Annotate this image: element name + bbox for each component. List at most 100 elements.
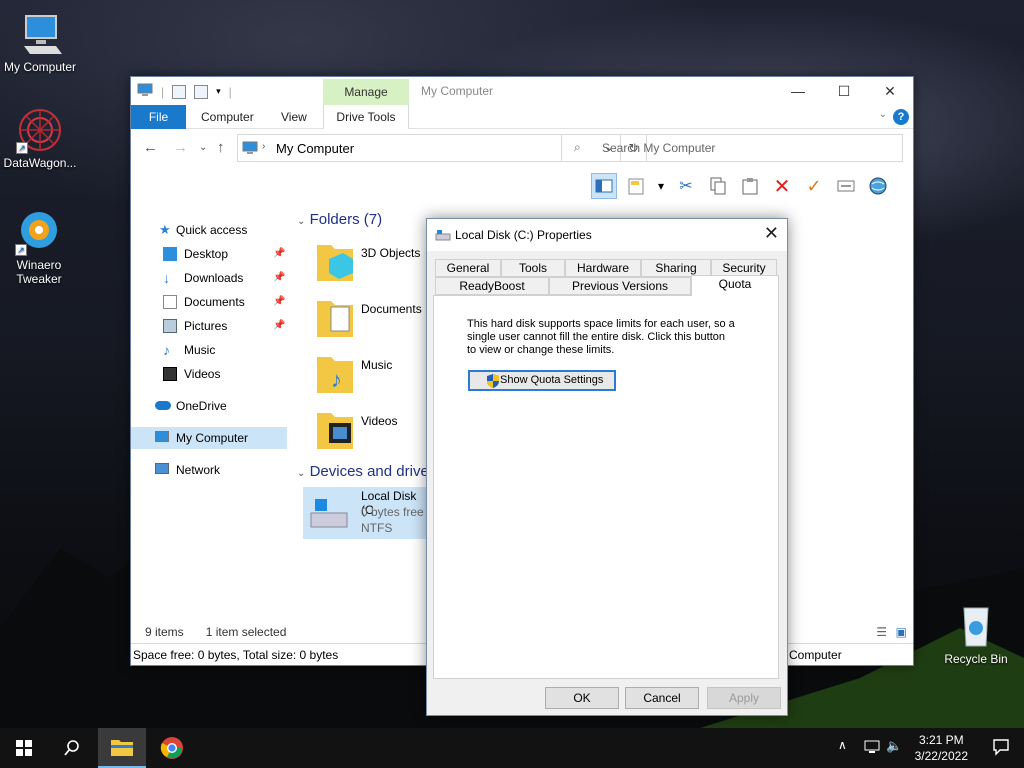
properties-icon[interactable] xyxy=(623,173,649,199)
breadcrumb-chevron-icon[interactable]: › xyxy=(262,141,265,152)
explorer-titlebar[interactable]: | ▾ | Manage My Computer — ☐ ✕ xyxy=(131,77,913,105)
folder-documents-icon[interactable] xyxy=(315,297,355,337)
show-hidden-icons-icon[interactable]: ∧ xyxy=(838,738,847,752)
desktop-icon-my-computer[interactable]: My Computer xyxy=(0,10,80,74)
delete-icon[interactable]: ✕ xyxy=(769,173,795,199)
space-info: Space free: 0 bytes, Total size: 0 bytes xyxy=(133,648,339,662)
folders-group-header[interactable]: ⌄ Folders (7) xyxy=(297,211,382,228)
cut-icon[interactable]: ✂ xyxy=(673,173,699,199)
devices-group-header[interactable]: ⌄ Devices and drive xyxy=(297,463,429,480)
system-clock[interactable]: 3:21 PM 3/22/2022 xyxy=(915,732,968,764)
tab-view[interactable]: View xyxy=(281,105,307,129)
group-header-label: Devices and drive xyxy=(309,463,429,480)
tab-computer[interactable]: Computer xyxy=(201,105,254,129)
recent-dropdown-icon[interactable]: ⌄ xyxy=(199,142,207,153)
clock-date: 3/22/2022 xyxy=(914,749,968,763)
dropdown-icon[interactable]: ▾ xyxy=(655,173,667,199)
tab-hardware[interactable]: Hardware xyxy=(565,259,641,277)
qat-dropdown-icon[interactable]: ▾ xyxy=(216,86,221,97)
folder-music-icon[interactable]: ♪ xyxy=(315,353,355,393)
separator: | xyxy=(228,84,232,99)
tab-drive-tools[interactable]: Drive Tools xyxy=(323,105,409,129)
pin-icon[interactable]: 📌 xyxy=(273,243,285,265)
minimize-button[interactable]: — xyxy=(775,77,821,105)
notifications-icon[interactable] xyxy=(992,738,1010,759)
ribbon-expand-icon[interactable]: ⌄ xyxy=(879,109,887,120)
tiles-view-icon[interactable]: ▣ xyxy=(896,625,907,639)
properties-dialog: Local Disk (C:) Properties ✕ General Too… xyxy=(426,218,788,716)
search-box[interactable]: ⌕ Search My Computer xyxy=(561,134,903,162)
properties-icon[interactable] xyxy=(172,84,187,99)
pin-icon[interactable]: 📌 xyxy=(273,315,285,337)
sidebar-item-onedrive[interactable]: OneDrive xyxy=(131,395,287,417)
items-count: 9 items xyxy=(145,625,184,639)
dialog-titlebar[interactable]: Local Disk (C:) Properties ✕ xyxy=(427,219,787,251)
hard-drive-icon xyxy=(309,497,349,534)
web-globe-icon[interactable] xyxy=(865,173,891,199)
pin-icon[interactable]: 📌 xyxy=(273,291,285,313)
show-quota-settings-button[interactable]: Show Quota Settings xyxy=(468,370,616,391)
network-tray-icon[interactable] xyxy=(864,739,880,758)
sidebar-item-music[interactable]: ♪ Music xyxy=(131,339,287,361)
search-button[interactable] xyxy=(48,728,96,768)
dialog-close-icon[interactable]: ✕ xyxy=(764,223,779,244)
svg-text:♪: ♪ xyxy=(331,367,342,392)
clock-time: 3:21 PM xyxy=(918,733,964,747)
tab-previous-versions[interactable]: Previous Versions xyxy=(549,277,691,295)
maximize-button[interactable]: ☐ xyxy=(821,77,867,105)
sidebar-item-pictures[interactable]: Pictures 📌 xyxy=(131,315,287,337)
sidebar-item-label: OneDrive xyxy=(176,399,227,413)
sidebar-item-quick-access[interactable]: ★ Quick access xyxy=(131,219,287,241)
help-icon[interactable]: ? xyxy=(893,109,909,125)
shortcut-arrow-icon: ↗ xyxy=(16,142,28,154)
checkmark-icon[interactable]: ✓ xyxy=(801,173,827,199)
drive-c-item[interactable]: Local Disk (C 0 bytes free NTFS xyxy=(303,487,427,539)
manage-tab[interactable]: Manage xyxy=(323,79,409,105)
sidebar-item-videos[interactable]: Videos xyxy=(131,363,287,385)
tab-readyboost[interactable]: ReadyBoost xyxy=(435,277,549,295)
up-icon[interactable]: ↑ xyxy=(217,139,225,156)
sidebar-item-my-computer[interactable]: My Computer xyxy=(131,427,287,449)
folder-3d-objects-icon[interactable] xyxy=(315,241,355,281)
document-icon xyxy=(163,295,177,309)
sidebar-item-network[interactable]: Network xyxy=(131,459,287,481)
folder-videos-icon[interactable] xyxy=(315,409,355,449)
status-right: Computer xyxy=(789,648,842,662)
tab-quota[interactable]: Quota xyxy=(691,275,779,296)
cancel-button[interactable]: Cancel xyxy=(625,687,699,709)
volume-icon[interactable]: 🔈 xyxy=(886,738,902,754)
sidebar-item-desktop[interactable]: Desktop 📌 xyxy=(131,243,287,265)
pictures-icon xyxy=(163,319,177,333)
pin-icon[interactable]: 📌 xyxy=(273,267,285,289)
paste-icon[interactable] xyxy=(737,173,763,199)
desktop-icon-datawagon[interactable]: ↗ DataWagon... xyxy=(0,106,80,170)
new-folder-icon[interactable] xyxy=(194,84,209,99)
computer-icon xyxy=(155,431,169,442)
quota-panel: This hard disk supports space limits for… xyxy=(433,295,779,679)
forward-icon[interactable]: → xyxy=(173,139,188,156)
copy-icon[interactable] xyxy=(705,173,731,199)
tab-general[interactable]: General xyxy=(435,259,501,277)
sidebar-item-documents[interactable]: Documents 📌 xyxy=(131,291,287,313)
rename-icon[interactable] xyxy=(833,173,859,199)
preview-pane-icon[interactable] xyxy=(591,173,617,199)
film-icon xyxy=(163,367,177,381)
ok-button[interactable]: OK xyxy=(545,687,619,709)
desktop-icon-winaero[interactable]: ↗ Winaero Tweaker xyxy=(0,208,78,286)
taskbar-chrome[interactable] xyxy=(148,728,196,768)
details-view-icon[interactable]: ☰ xyxy=(876,625,887,639)
start-button[interactable] xyxy=(0,728,48,768)
search-input[interactable]: Search My Computer xyxy=(602,141,715,155)
status-items: 9 items 1 item selected xyxy=(145,625,286,639)
back-icon[interactable]: ← xyxy=(143,139,158,156)
apply-button[interactable]: Apply xyxy=(707,687,781,709)
desktop-icon-label: Recycle Bin xyxy=(944,652,1008,666)
desktop-icon-recycle-bin[interactable]: Recycle Bin xyxy=(936,602,1016,666)
taskbar: ∧ 🔈 3:21 PM 3/22/2022 xyxy=(0,728,1024,768)
tab-file[interactable]: File xyxy=(131,105,186,129)
close-button[interactable]: ✕ xyxy=(867,77,913,105)
sidebar-item-downloads[interactable]: ↓ Downloads 📌 xyxy=(131,267,287,289)
tab-tools[interactable]: Tools xyxy=(501,259,565,277)
desktop-folder-icon xyxy=(163,247,177,261)
taskbar-file-explorer[interactable] xyxy=(98,728,146,768)
